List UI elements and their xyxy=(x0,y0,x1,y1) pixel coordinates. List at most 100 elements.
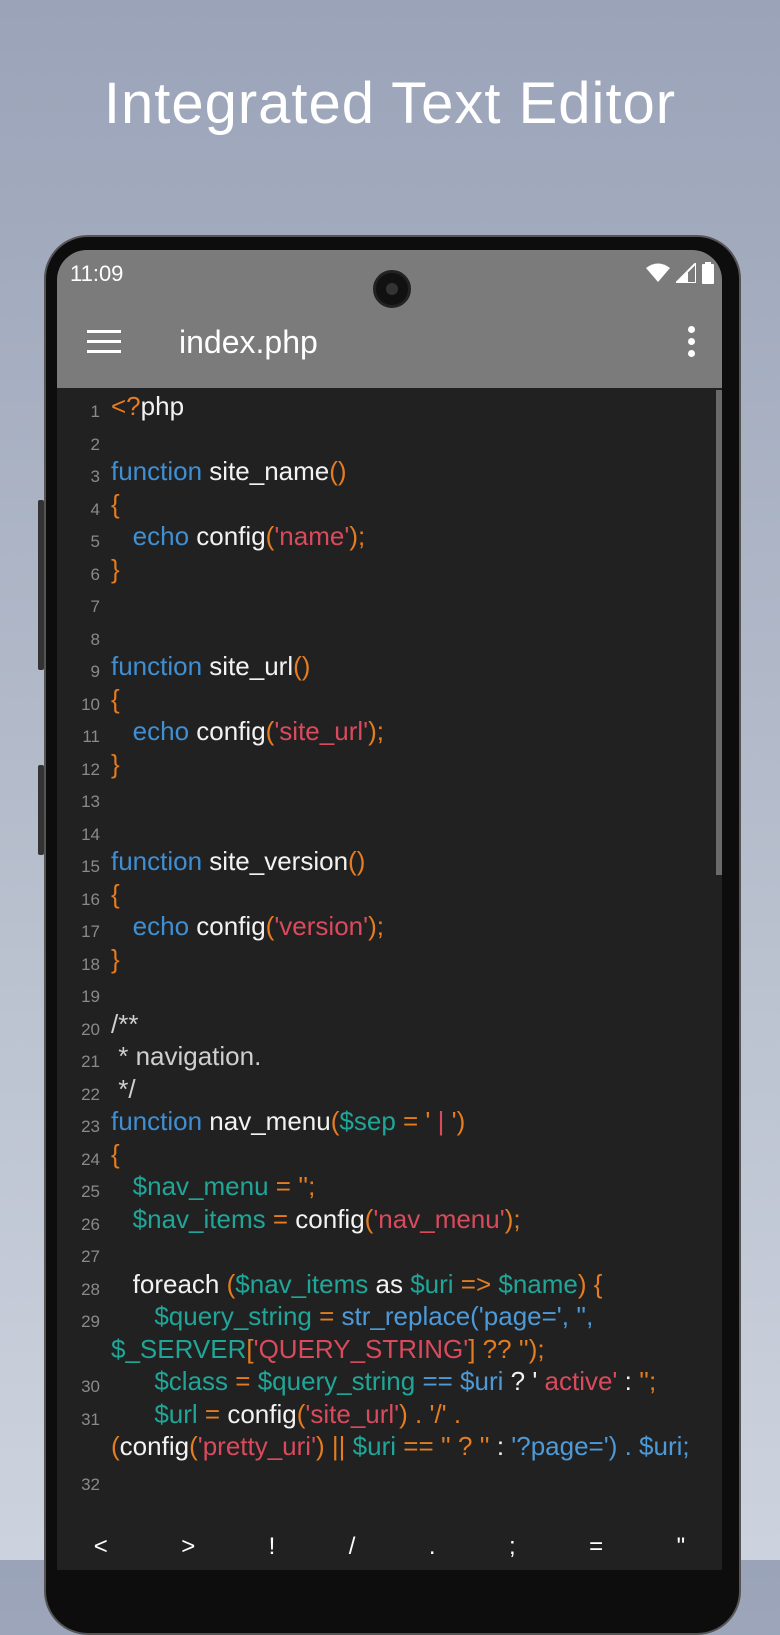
code-token: config xyxy=(189,521,266,551)
symbol-key[interactable]: = xyxy=(589,1533,603,1561)
code-token: { xyxy=(111,488,120,519)
code-line[interactable]: 19 xyxy=(57,975,722,1008)
status-bar: 11:09 xyxy=(57,250,722,310)
code-token: = xyxy=(228,1366,258,1396)
symbol-key[interactable]: . xyxy=(429,1533,436,1561)
battery-icon xyxy=(702,262,714,284)
camera-icon xyxy=(373,270,411,308)
code-token: ''; xyxy=(639,1366,657,1396)
code-token: 'QUERY_STRING' xyxy=(253,1333,469,1364)
code-line[interactable]: 18} xyxy=(57,943,722,976)
code-token: = xyxy=(265,1203,296,1234)
code-token: $uri xyxy=(410,1268,454,1299)
code-token: () xyxy=(293,651,311,681)
code-token: 'nav_menu' xyxy=(373,1203,505,1234)
symbol-key[interactable]: < xyxy=(94,1533,108,1561)
scrollbar[interactable] xyxy=(716,390,722,875)
code-line[interactable]: 4{ xyxy=(57,488,722,521)
code-token: { xyxy=(111,1138,120,1169)
code-token: ') xyxy=(451,1106,466,1136)
symbol-key[interactable]: > xyxy=(181,1533,195,1561)
code-token: function xyxy=(111,846,203,876)
symbol-key[interactable]: / xyxy=(349,1533,356,1561)
code-token: config xyxy=(189,911,266,941)
code-line[interactable]: 13 xyxy=(57,780,722,813)
code-line[interactable]: 17 echo config('version'); xyxy=(57,910,722,943)
code-line[interactable]: 20/** xyxy=(57,1008,722,1041)
code-line[interactable]: 26 $nav_items = config('nav_menu'); xyxy=(57,1203,722,1236)
code-line[interactable]: $_SERVER['QUERY_STRING'] ?? ''); xyxy=(57,1333,722,1366)
code-token: = ' xyxy=(395,1106,431,1136)
code-line[interactable]: 5 echo config('name'); xyxy=(57,520,722,553)
code-token: echo xyxy=(111,521,190,551)
code-token: $nav_items xyxy=(111,1203,266,1234)
code-line[interactable]: 25 $nav_menu = ''; xyxy=(57,1170,722,1203)
more-options-icon[interactable] xyxy=(688,326,696,362)
code-line[interactable]: 14 xyxy=(57,813,722,846)
screen: 11:09 index.php 1 <?php 2 3 function site_na… xyxy=(57,250,722,1570)
code-line[interactable]: 23 function nav_menu($sep = ' | ') xyxy=(57,1105,722,1138)
code-token: ( xyxy=(189,1431,198,1461)
code-token: => xyxy=(453,1268,499,1299)
code-token: = xyxy=(197,1398,228,1429)
code-token: = ''; xyxy=(268,1171,316,1201)
code-line[interactable]: 24{ xyxy=(57,1138,722,1171)
code-token: ( xyxy=(226,1268,236,1299)
code-token: site_name xyxy=(202,456,330,486)
app-toolbar: index.php xyxy=(57,310,722,388)
code-token: } xyxy=(111,748,120,779)
code-line[interactable]: 31 $url = config('site_url') . '/' . xyxy=(57,1398,722,1431)
code-line[interactable]: 21 * navigation. xyxy=(57,1040,722,1073)
code-line[interactable]: (config('pretty_uri') || $uri == '' ? ''… xyxy=(57,1430,722,1463)
code-token: config xyxy=(227,1398,297,1429)
code-token: } xyxy=(111,943,120,974)
code-token: echo xyxy=(111,911,190,941)
code-token: ( xyxy=(111,1431,120,1461)
code-token: ); xyxy=(368,911,384,941)
code-token: ) . '/' . xyxy=(399,1398,462,1429)
code-line[interactable]: 11 echo config('site_url'); xyxy=(57,715,722,748)
code-line[interactable]: 16{ xyxy=(57,878,722,911)
code-line[interactable]: 22 */ xyxy=(57,1073,722,1106)
code-line[interactable]: 6} xyxy=(57,553,722,586)
code-line[interactable]: 30 $class = $query_string == $uri ? ' ac… xyxy=(57,1365,722,1398)
code-line[interactable]: 10{ xyxy=(57,683,722,716)
code-token: * navigation. xyxy=(111,1041,262,1071)
code-line[interactable]: 3 function site_name() xyxy=(57,455,722,488)
code-token: $url xyxy=(111,1398,198,1429)
code-line[interactable]: 29 $query_string = str_replace('page=', … xyxy=(57,1300,722,1333)
code-token: php xyxy=(140,391,185,421)
code-token: = xyxy=(311,1301,342,1331)
code-line[interactable]: 15 function site_version() xyxy=(57,845,722,878)
code-line[interactable]: 12} xyxy=(57,748,722,781)
hamburger-menu-icon[interactable] xyxy=(87,330,121,354)
code-token: ? ' xyxy=(503,1366,538,1396)
code-token: ) || xyxy=(316,1431,353,1461)
code-line[interactable]: 9 function site_url() xyxy=(57,650,722,683)
code-token: as xyxy=(368,1268,411,1299)
code-line[interactable]: 28 foreach ($nav_items as $uri => $name)… xyxy=(57,1268,722,1301)
symbol-key[interactable]: ! xyxy=(269,1533,276,1561)
code-line[interactable]: 2 xyxy=(57,423,722,456)
line-number: 32 xyxy=(81,1474,100,1494)
code-token: 'name' xyxy=(274,521,350,551)
code-token: $name xyxy=(498,1268,578,1299)
code-token: echo xyxy=(111,716,190,746)
code-token: site_url xyxy=(202,651,294,681)
code-token: function xyxy=(111,1106,203,1136)
code-line[interactable]: 27 xyxy=(57,1235,722,1268)
code-token: ); xyxy=(368,716,384,746)
code-line[interactable]: 32 xyxy=(57,1463,722,1496)
code-line[interactable]: 1 <?php xyxy=(57,390,722,423)
code-token: 'version' xyxy=(274,911,369,941)
status-time: 11:09 xyxy=(70,261,124,286)
symbol-key[interactable]: " xyxy=(677,1533,686,1561)
symbol-key[interactable]: ; xyxy=(509,1533,516,1561)
code-line[interactable]: 8 xyxy=(57,618,722,651)
code-editor[interactable]: 1 <?php 2 3 function site_name() 4{5 echo con… xyxy=(57,390,722,1495)
code-line[interactable]: 7 xyxy=(57,585,722,618)
code-token: { xyxy=(111,878,120,909)
code-token: $_SERVER xyxy=(111,1333,247,1364)
code-token: ] ?? ''); xyxy=(468,1333,545,1364)
code-token: : xyxy=(496,1431,512,1461)
